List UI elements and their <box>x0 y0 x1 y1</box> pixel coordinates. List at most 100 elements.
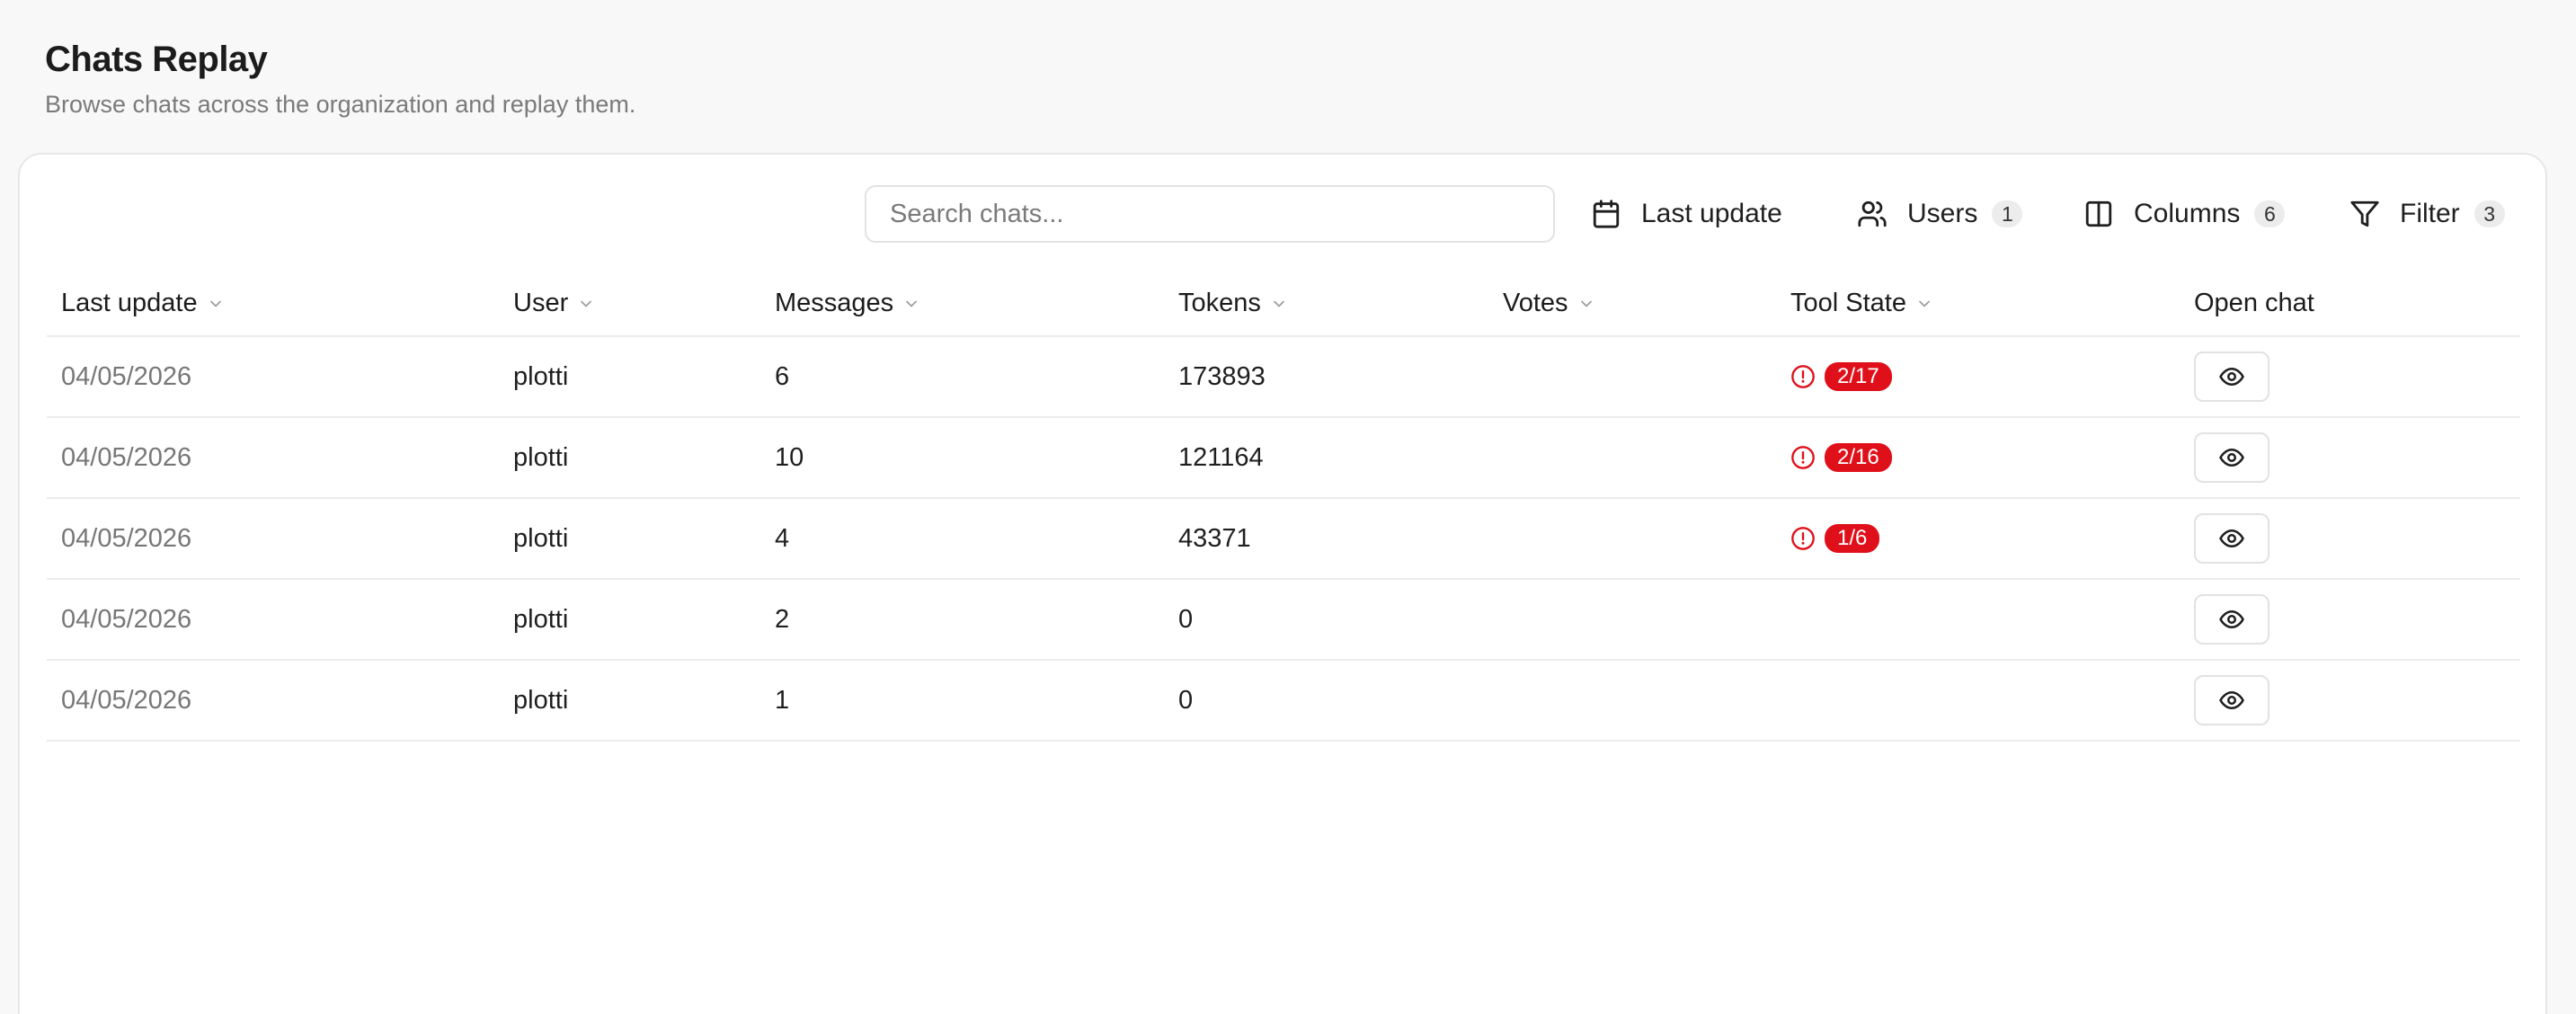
column-header-open-chat: Open chat <box>2180 271 2520 337</box>
alert-circle-icon <box>1791 527 1815 550</box>
cell-open-chat <box>2180 498 2520 580</box>
table-row: 04/05/2026 plotti 10 121164 2/16 <box>47 417 2520 499</box>
column-header-votes[interactable]: Votes <box>1488 271 1776 337</box>
open-chat-button[interactable] <box>2194 675 2270 725</box>
cell-tokens: 43371 <box>1164 498 1488 580</box>
eye-icon <box>2219 691 2244 709</box>
table-row: 04/05/2026 plotti 2 0 <box>47 579 2520 661</box>
cell-tool-state: 2/16 <box>1776 417 2180 499</box>
eye-icon <box>2219 610 2244 628</box>
cell-user: plotti <box>499 660 760 742</box>
eye-icon <box>2219 449 2244 467</box>
cell-open-chat <box>2180 336 2520 418</box>
cell-messages: 1 <box>760 660 1164 742</box>
cell-tokens: 0 <box>1164 660 1488 742</box>
column-header-tool-state[interactable]: Tool State <box>1776 271 2180 337</box>
users-button[interactable]: Users 1 <box>1857 185 2023 243</box>
filter-count-badge: 3 <box>2474 200 2505 227</box>
cell-votes <box>1488 498 1776 580</box>
cell-open-chat <box>2180 579 2520 661</box>
chevron-down-icon <box>1274 301 1284 307</box>
column-header-label: Last update <box>61 289 198 317</box>
columns-button[interactable]: Columns 6 <box>2083 185 2286 243</box>
cell-tokens: 173893 <box>1164 336 1488 418</box>
cell-open-chat <box>2180 417 2520 499</box>
cell-messages: 2 <box>760 579 1164 661</box>
cell-votes <box>1488 417 1776 499</box>
column-header-user[interactable]: User <box>499 271 760 337</box>
table-row: 04/05/2026 plotti 4 43371 1/6 <box>47 498 2520 580</box>
filter-icon <box>2350 200 2379 227</box>
tool-state: 1/6 <box>1790 524 2180 553</box>
column-header-label: Votes <box>1503 289 1568 317</box>
cell-user: plotti <box>499 417 760 499</box>
users-count-badge: 1 <box>1992 200 2023 227</box>
cell-last-update: 04/05/2026 <box>47 660 499 742</box>
page-header: Chats Replay Browse chats across the org… <box>45 40 635 119</box>
cell-votes <box>1488 336 1776 418</box>
cell-messages: 10 <box>760 417 1164 499</box>
alert-circle-icon <box>1791 446 1815 469</box>
search-input[interactable] <box>865 185 1555 243</box>
tool-state: 2/17 <box>1790 362 2180 391</box>
open-chat-button[interactable] <box>2194 513 2270 564</box>
cell-messages: 6 <box>760 336 1164 418</box>
open-chat-button[interactable] <box>2194 594 2270 645</box>
last-update-label: Last update <box>1641 199 1782 228</box>
open-chat-button[interactable] <box>2194 351 2270 402</box>
users-icon <box>1858 200 1887 227</box>
filter-button[interactable]: Filter 3 <box>2349 185 2505 243</box>
table-body: 04/05/2026 plotti 6 173893 2/17 04/05/2026 plo… <box>47 336 2520 742</box>
cell-votes <box>1488 579 1776 661</box>
chats-table: Last update User Messages Tokens Votes Tool S… <box>47 271 2520 742</box>
columns-count-badge: 6 <box>2254 200 2286 227</box>
calendar-icon <box>1593 200 1620 228</box>
table-header-row: Last update User Messages Tokens Votes Tool S… <box>47 271 2520 337</box>
columns-icon <box>2085 200 2112 227</box>
chevron-down-icon <box>1919 301 1930 307</box>
cell-last-update: 04/05/2026 <box>47 579 499 661</box>
cell-tool-state: 2/17 <box>1776 336 2180 418</box>
chevron-down-icon <box>1580 301 1592 307</box>
alert-circle-icon <box>1791 365 1815 388</box>
cell-tool-state: 1/6 <box>1776 498 2180 580</box>
cell-user: plotti <box>499 498 760 580</box>
cell-messages: 4 <box>760 498 1164 580</box>
cell-tool-state <box>1776 579 2180 661</box>
column-header-label: Open chat <box>2194 289 2314 317</box>
table-row: 04/05/2026 plotti 6 173893 2/17 <box>47 336 2520 418</box>
cell-user: plotti <box>499 579 760 661</box>
cell-tokens: 121164 <box>1164 417 1488 499</box>
page-subtitle: Browse chats across the organization and… <box>45 91 636 118</box>
tool-state-badge: 2/17 <box>1825 362 1892 391</box>
column-header-tokens[interactable]: Tokens <box>1164 271 1488 337</box>
eye-icon <box>2219 368 2244 386</box>
column-header-label: Messages <box>775 289 894 317</box>
chats-card: Last update Users 1 Columns 6 Filter 3 <box>18 153 2547 1014</box>
tool-state-badge: 2/16 <box>1825 443 1892 472</box>
chevron-down-icon <box>209 301 221 307</box>
tool-state-badge: 1/6 <box>1825 524 1880 553</box>
cell-last-update: 04/05/2026 <box>47 336 499 418</box>
column-header-label: User <box>513 289 569 317</box>
last-update-button[interactable]: Last update <box>1591 185 1782 243</box>
cell-votes <box>1488 660 1776 742</box>
column-header-messages[interactable]: Messages <box>760 271 1164 337</box>
cell-open-chat <box>2180 660 2520 742</box>
column-header-last-update[interactable]: Last update <box>47 271 499 337</box>
column-header-label: Tool State <box>1790 289 1906 317</box>
cell-tool-state <box>1776 660 2180 742</box>
cell-last-update: 04/05/2026 <box>47 498 499 580</box>
open-chat-button[interactable] <box>2194 432 2270 483</box>
chevron-down-icon <box>906 301 918 307</box>
column-header-label: Tokens <box>1178 289 1261 317</box>
table-row: 04/05/2026 plotti 1 0 <box>47 660 2520 742</box>
columns-label: Columns <box>2134 199 2241 228</box>
page-title: Chats Replay <box>45 40 268 79</box>
cell-user: plotti <box>499 336 760 418</box>
eye-icon <box>2219 529 2244 547</box>
filter-label: Filter <box>2400 199 2460 228</box>
users-label: Users <box>1907 199 1978 228</box>
tool-state: 2/16 <box>1790 443 2180 472</box>
chevron-down-icon <box>581 301 592 307</box>
